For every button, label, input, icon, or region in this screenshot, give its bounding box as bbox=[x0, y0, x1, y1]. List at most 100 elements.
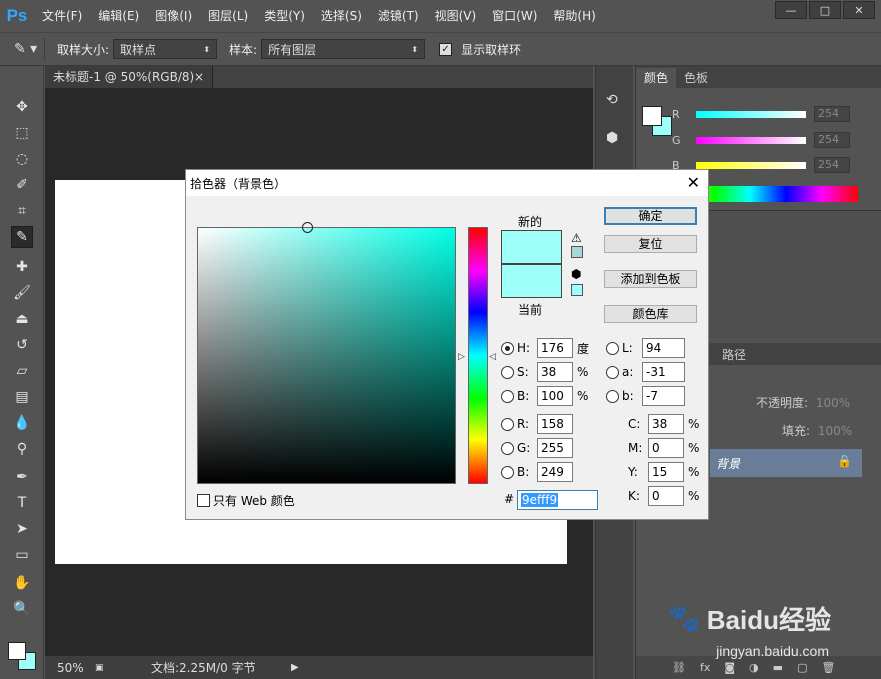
r-value[interactable]: 254 bbox=[814, 106, 850, 122]
eyedropper-tool-icon[interactable]: ✎ bbox=[11, 226, 33, 248]
status-menu-icon[interactable]: ▣ bbox=[95, 663, 117, 673]
hue-input[interactable]: 176 bbox=[537, 338, 573, 358]
current-color-swatch[interactable] bbox=[501, 264, 562, 298]
crop-tool-icon[interactable]: ⌗ bbox=[11, 200, 33, 222]
pen-tool-icon[interactable]: ✒ bbox=[11, 466, 33, 488]
hue-slider[interactable] bbox=[468, 227, 488, 484]
close-tab-icon[interactable]: × bbox=[194, 66, 204, 88]
type-tool-icon[interactable]: T bbox=[11, 492, 33, 514]
quick-select-tool-icon[interactable]: ✐ bbox=[11, 174, 33, 196]
path-select-tool-icon[interactable]: ➤ bbox=[11, 518, 33, 540]
lab-l-radio[interactable] bbox=[606, 341, 619, 355]
lab-l-input[interactable]: 94 bbox=[642, 338, 685, 358]
b-slider[interactable] bbox=[696, 161, 806, 169]
menu-type[interactable]: 类型(Y) bbox=[256, 0, 313, 32]
layer-row-background[interactable]: 背景 🔒 bbox=[710, 449, 862, 477]
ok-button[interactable]: 确定 bbox=[604, 207, 697, 225]
marquee-tool-icon[interactable]: ⬚ bbox=[11, 122, 33, 144]
shape-tool-icon[interactable]: ▭ bbox=[11, 544, 33, 566]
dodge-tool-icon[interactable]: ⚲ bbox=[11, 438, 33, 460]
brush-tool-icon[interactable]: 🖌 bbox=[11, 282, 33, 304]
brightness-input[interactable]: 100 bbox=[537, 386, 573, 406]
zoom-level[interactable]: 50% bbox=[57, 661, 95, 675]
saturation-radio[interactable] bbox=[501, 365, 514, 379]
lab-a-input[interactable]: -31 bbox=[642, 362, 685, 382]
sample-size-select[interactable]: 取样点 ⬍ bbox=[113, 39, 218, 59]
gamut-warning-icon[interactable]: ⚠ bbox=[571, 231, 582, 245]
stamp-tool-icon[interactable]: ⏏ bbox=[11, 308, 33, 330]
red-radio[interactable] bbox=[501, 417, 514, 431]
menu-view[interactable]: 视图(V) bbox=[427, 0, 485, 32]
link-layers-icon[interactable]: ⛓ bbox=[672, 661, 686, 674]
color-field-cursor[interactable] bbox=[302, 222, 313, 233]
magenta-input[interactable]: 0 bbox=[648, 438, 684, 458]
menu-window[interactable]: 窗口(W) bbox=[484, 0, 545, 32]
blue-radio[interactable] bbox=[501, 465, 514, 479]
green-input[interactable]: 255 bbox=[537, 438, 573, 458]
red-input[interactable]: 158 bbox=[537, 414, 573, 434]
menu-layer[interactable]: 图层(L) bbox=[200, 0, 256, 32]
hue-slider-right-arrow-icon[interactable]: ◁ bbox=[489, 352, 496, 362]
hand-tool-icon[interactable]: ✋ bbox=[11, 572, 33, 594]
maximize-button[interactable]: □ bbox=[809, 1, 841, 19]
lasso-tool-icon[interactable]: ◌ bbox=[11, 148, 33, 170]
blue-input[interactable]: 249 bbox=[537, 462, 573, 482]
sample-select[interactable]: 所有图层 ⬍ bbox=[261, 39, 426, 59]
show-ring-checkbox[interactable]: ✓ bbox=[439, 42, 453, 56]
foreground-color-swatch[interactable] bbox=[8, 642, 26, 660]
lab-b-input[interactable]: -7 bbox=[642, 386, 685, 406]
menu-image[interactable]: 图像(I) bbox=[147, 0, 200, 32]
zoom-tool-icon[interactable]: 🔍 bbox=[11, 598, 33, 620]
color-libraries-button[interactable]: 颜色库 bbox=[604, 305, 697, 323]
lab-a-radio[interactable] bbox=[606, 365, 619, 379]
trash-icon[interactable]: 🗑 bbox=[821, 661, 835, 674]
minimize-button[interactable]: — bbox=[775, 1, 807, 19]
gamut-swatch[interactable] bbox=[571, 246, 583, 258]
healing-brush-tool-icon[interactable]: ✚ bbox=[11, 256, 33, 278]
cyan-input[interactable]: 38 bbox=[648, 414, 684, 434]
opacity-value[interactable]: 100% bbox=[816, 396, 850, 410]
fill-value[interactable]: 100% bbox=[818, 424, 852, 438]
brightness-radio[interactable] bbox=[501, 389, 514, 403]
yellow-input[interactable]: 15 bbox=[648, 462, 684, 482]
menu-edit[interactable]: 编辑(E) bbox=[90, 0, 147, 32]
eraser-tool-icon[interactable]: ▱ bbox=[11, 360, 33, 382]
menu-help[interactable]: 帮助(H) bbox=[545, 0, 603, 32]
history-panel-icon[interactable]: ⟲ bbox=[606, 92, 618, 108]
lab-b-radio[interactable] bbox=[606, 389, 619, 403]
saturation-input[interactable]: 38 bbox=[537, 362, 573, 382]
menu-select[interactable]: 选择(S) bbox=[313, 0, 370, 32]
hue-radio[interactable] bbox=[501, 341, 514, 355]
eyedropper-preset-icon[interactable]: ✎ ▾ bbox=[14, 41, 44, 57]
mask-icon[interactable]: ◙ bbox=[724, 661, 735, 674]
r-slider[interactable] bbox=[696, 110, 806, 118]
status-arrow-icon[interactable]: ▶ bbox=[291, 662, 299, 673]
hex-input[interactable]: 9efff9 bbox=[517, 490, 598, 510]
tab-color[interactable]: 颜色 bbox=[636, 68, 677, 88]
panel-foreground-swatch[interactable] bbox=[642, 106, 662, 126]
menu-file[interactable]: 文件(F) bbox=[34, 0, 90, 32]
move-tool-icon[interactable]: ✥ bbox=[11, 96, 33, 118]
group-icon[interactable]: ▬ bbox=[773, 661, 783, 674]
green-radio[interactable] bbox=[501, 441, 514, 455]
web-safe-cube-icon[interactable]: ⬢ bbox=[571, 267, 581, 281]
gradient-tool-icon[interactable]: ▤ bbox=[11, 386, 33, 408]
g-slider[interactable] bbox=[696, 136, 806, 144]
reset-button[interactable]: 复位 bbox=[604, 235, 697, 253]
web-only-checkbox[interactable] bbox=[197, 494, 210, 507]
dialog-close-icon[interactable]: ✕ bbox=[687, 173, 700, 192]
history-brush-tool-icon[interactable]: ↺ bbox=[11, 334, 33, 356]
close-window-button[interactable]: ✕ bbox=[843, 1, 875, 19]
document-tab[interactable]: 未标题-1 @ 50%(RGB/8) × bbox=[45, 66, 213, 88]
web-safe-swatch[interactable] bbox=[571, 284, 583, 296]
saturation-brightness-field[interactable] bbox=[197, 222, 456, 484]
g-value[interactable]: 254 bbox=[814, 132, 850, 148]
new-layer-icon[interactable]: ▢ bbox=[797, 661, 807, 674]
add-to-swatches-button[interactable]: 添加到色板 bbox=[604, 270, 697, 288]
tab-paths[interactable]: 路径 bbox=[714, 345, 754, 365]
adjustment-icon[interactable]: ◑ bbox=[749, 661, 759, 674]
3d-panel-icon[interactable]: ⬢ bbox=[606, 130, 618, 146]
blur-tool-icon[interactable]: 💧 bbox=[11, 412, 33, 434]
black-input[interactable]: 0 bbox=[648, 486, 684, 506]
menu-filter[interactable]: 滤镜(T) bbox=[370, 0, 427, 32]
